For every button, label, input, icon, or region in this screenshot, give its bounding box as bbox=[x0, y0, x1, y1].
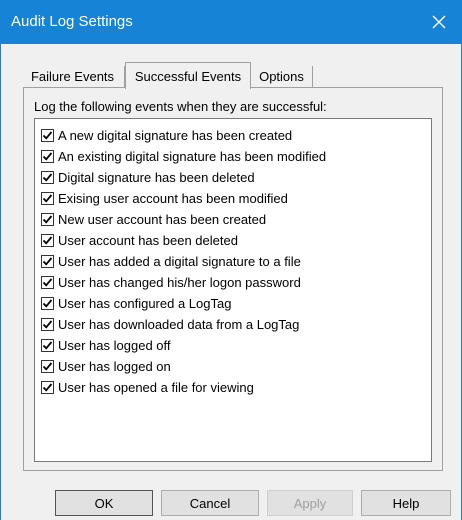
close-icon bbox=[432, 15, 446, 29]
event-checkbox-item[interactable]: Exising user account has been modified bbox=[41, 188, 288, 208]
tab-options[interactable]: Options bbox=[251, 66, 313, 87]
event-checkbox-item[interactable]: User has logged off bbox=[41, 335, 171, 355]
checkmark-icon bbox=[42, 130, 53, 140]
checkmark-icon bbox=[42, 382, 53, 392]
checkmark-icon bbox=[42, 361, 53, 371]
event-checkbox-item[interactable]: User has configured a LogTag bbox=[41, 293, 231, 313]
event-label: User has changed his/her logon password bbox=[58, 274, 301, 290]
checkmark-icon bbox=[42, 235, 53, 245]
checkbox[interactable] bbox=[41, 380, 54, 394]
tab-failure-events[interactable]: Failure Events bbox=[21, 66, 125, 87]
event-label: User has logged on bbox=[58, 358, 171, 374]
tab-successful-events[interactable]: Successful Events bbox=[125, 62, 251, 89]
event-checkbox-item[interactable]: Digital signature has been deleted bbox=[41, 167, 255, 187]
checkbox[interactable] bbox=[41, 359, 54, 373]
checkmark-icon bbox=[42, 298, 53, 308]
checkmark-icon bbox=[42, 340, 53, 350]
checkbox[interactable] bbox=[41, 254, 54, 268]
event-checkbox-item[interactable]: User account has been deleted bbox=[41, 230, 238, 250]
event-label: Digital signature has been deleted bbox=[58, 169, 255, 185]
event-checkbox-item[interactable]: User has logged on bbox=[41, 356, 171, 376]
checkmark-icon bbox=[42, 319, 53, 329]
event-checkbox-list[interactable]: A new digital signature has been created… bbox=[34, 118, 432, 462]
event-label: User has logged off bbox=[58, 337, 171, 353]
event-checkbox-item[interactable]: User has changed his/her logon password bbox=[41, 272, 301, 292]
ok-button[interactable]: OK bbox=[55, 490, 153, 516]
checkbox[interactable] bbox=[41, 317, 54, 331]
checkmark-icon bbox=[42, 214, 53, 224]
event-checkbox-item[interactable]: User has downloaded data from a LogTag bbox=[41, 314, 299, 334]
checkbox[interactable] bbox=[41, 149, 54, 163]
event-checkbox-item[interactable]: An existing digital signature has been m… bbox=[41, 146, 326, 166]
event-label: A new digital signature has been created bbox=[58, 127, 293, 143]
successful-events-panel: Log the following events when they are s… bbox=[23, 87, 443, 471]
event-checkbox-item[interactable]: User has opened a file for viewing bbox=[41, 377, 254, 397]
dialog-button-row: OK Cancel Apply Help bbox=[1, 484, 461, 520]
event-label: User has opened a file for viewing bbox=[58, 379, 254, 395]
checkbox[interactable] bbox=[41, 338, 54, 352]
tab-label: Failure Events bbox=[30, 69, 115, 84]
event-label: Exising user account has been modified bbox=[58, 190, 288, 206]
checkbox[interactable] bbox=[41, 233, 54, 247]
event-checkbox-item[interactable]: A new digital signature has been created bbox=[41, 125, 292, 145]
cancel-button[interactable]: Cancel bbox=[161, 490, 259, 516]
window-title: Audit Log Settings bbox=[11, 13, 133, 30]
checkmark-icon bbox=[42, 277, 53, 287]
title-bar[interactable]: Audit Log Settings bbox=[1, 0, 461, 44]
tab-label: Options bbox=[259, 69, 304, 84]
event-label: User has added a digital signature to a … bbox=[58, 253, 301, 269]
audit-log-settings-dialog: Audit Log Settings Failure Events Succes… bbox=[0, 0, 462, 520]
event-label: User has downloaded data from a LogTag bbox=[58, 316, 300, 332]
checkbox[interactable] bbox=[41, 191, 54, 205]
checkmark-icon bbox=[42, 193, 53, 203]
event-checkbox-item[interactable]: New user account has been created bbox=[41, 209, 266, 229]
event-checkbox-item[interactable]: User has added a digital signature to a … bbox=[41, 251, 301, 271]
checkbox[interactable] bbox=[41, 170, 54, 184]
checkbox[interactable] bbox=[41, 128, 54, 142]
help-button[interactable]: Help bbox=[361, 490, 451, 516]
checkbox[interactable] bbox=[41, 275, 54, 289]
checkmark-icon bbox=[42, 172, 53, 182]
apply-button[interactable]: Apply bbox=[267, 490, 353, 516]
checkbox[interactable] bbox=[41, 212, 54, 226]
checkbox[interactable] bbox=[41, 296, 54, 310]
event-label: User account has been deleted bbox=[58, 232, 238, 248]
tab-label: Successful Events bbox=[134, 68, 242, 84]
event-label: An existing digital signature has been m… bbox=[58, 148, 327, 164]
checkmark-icon bbox=[42, 256, 53, 266]
event-label: New user account has been created bbox=[58, 211, 267, 227]
checkmark-icon bbox=[42, 151, 53, 161]
panel-caption: Log the following events when they are s… bbox=[34, 99, 327, 114]
close-button[interactable] bbox=[417, 0, 461, 44]
event-label: User has configured a LogTag bbox=[58, 295, 232, 311]
